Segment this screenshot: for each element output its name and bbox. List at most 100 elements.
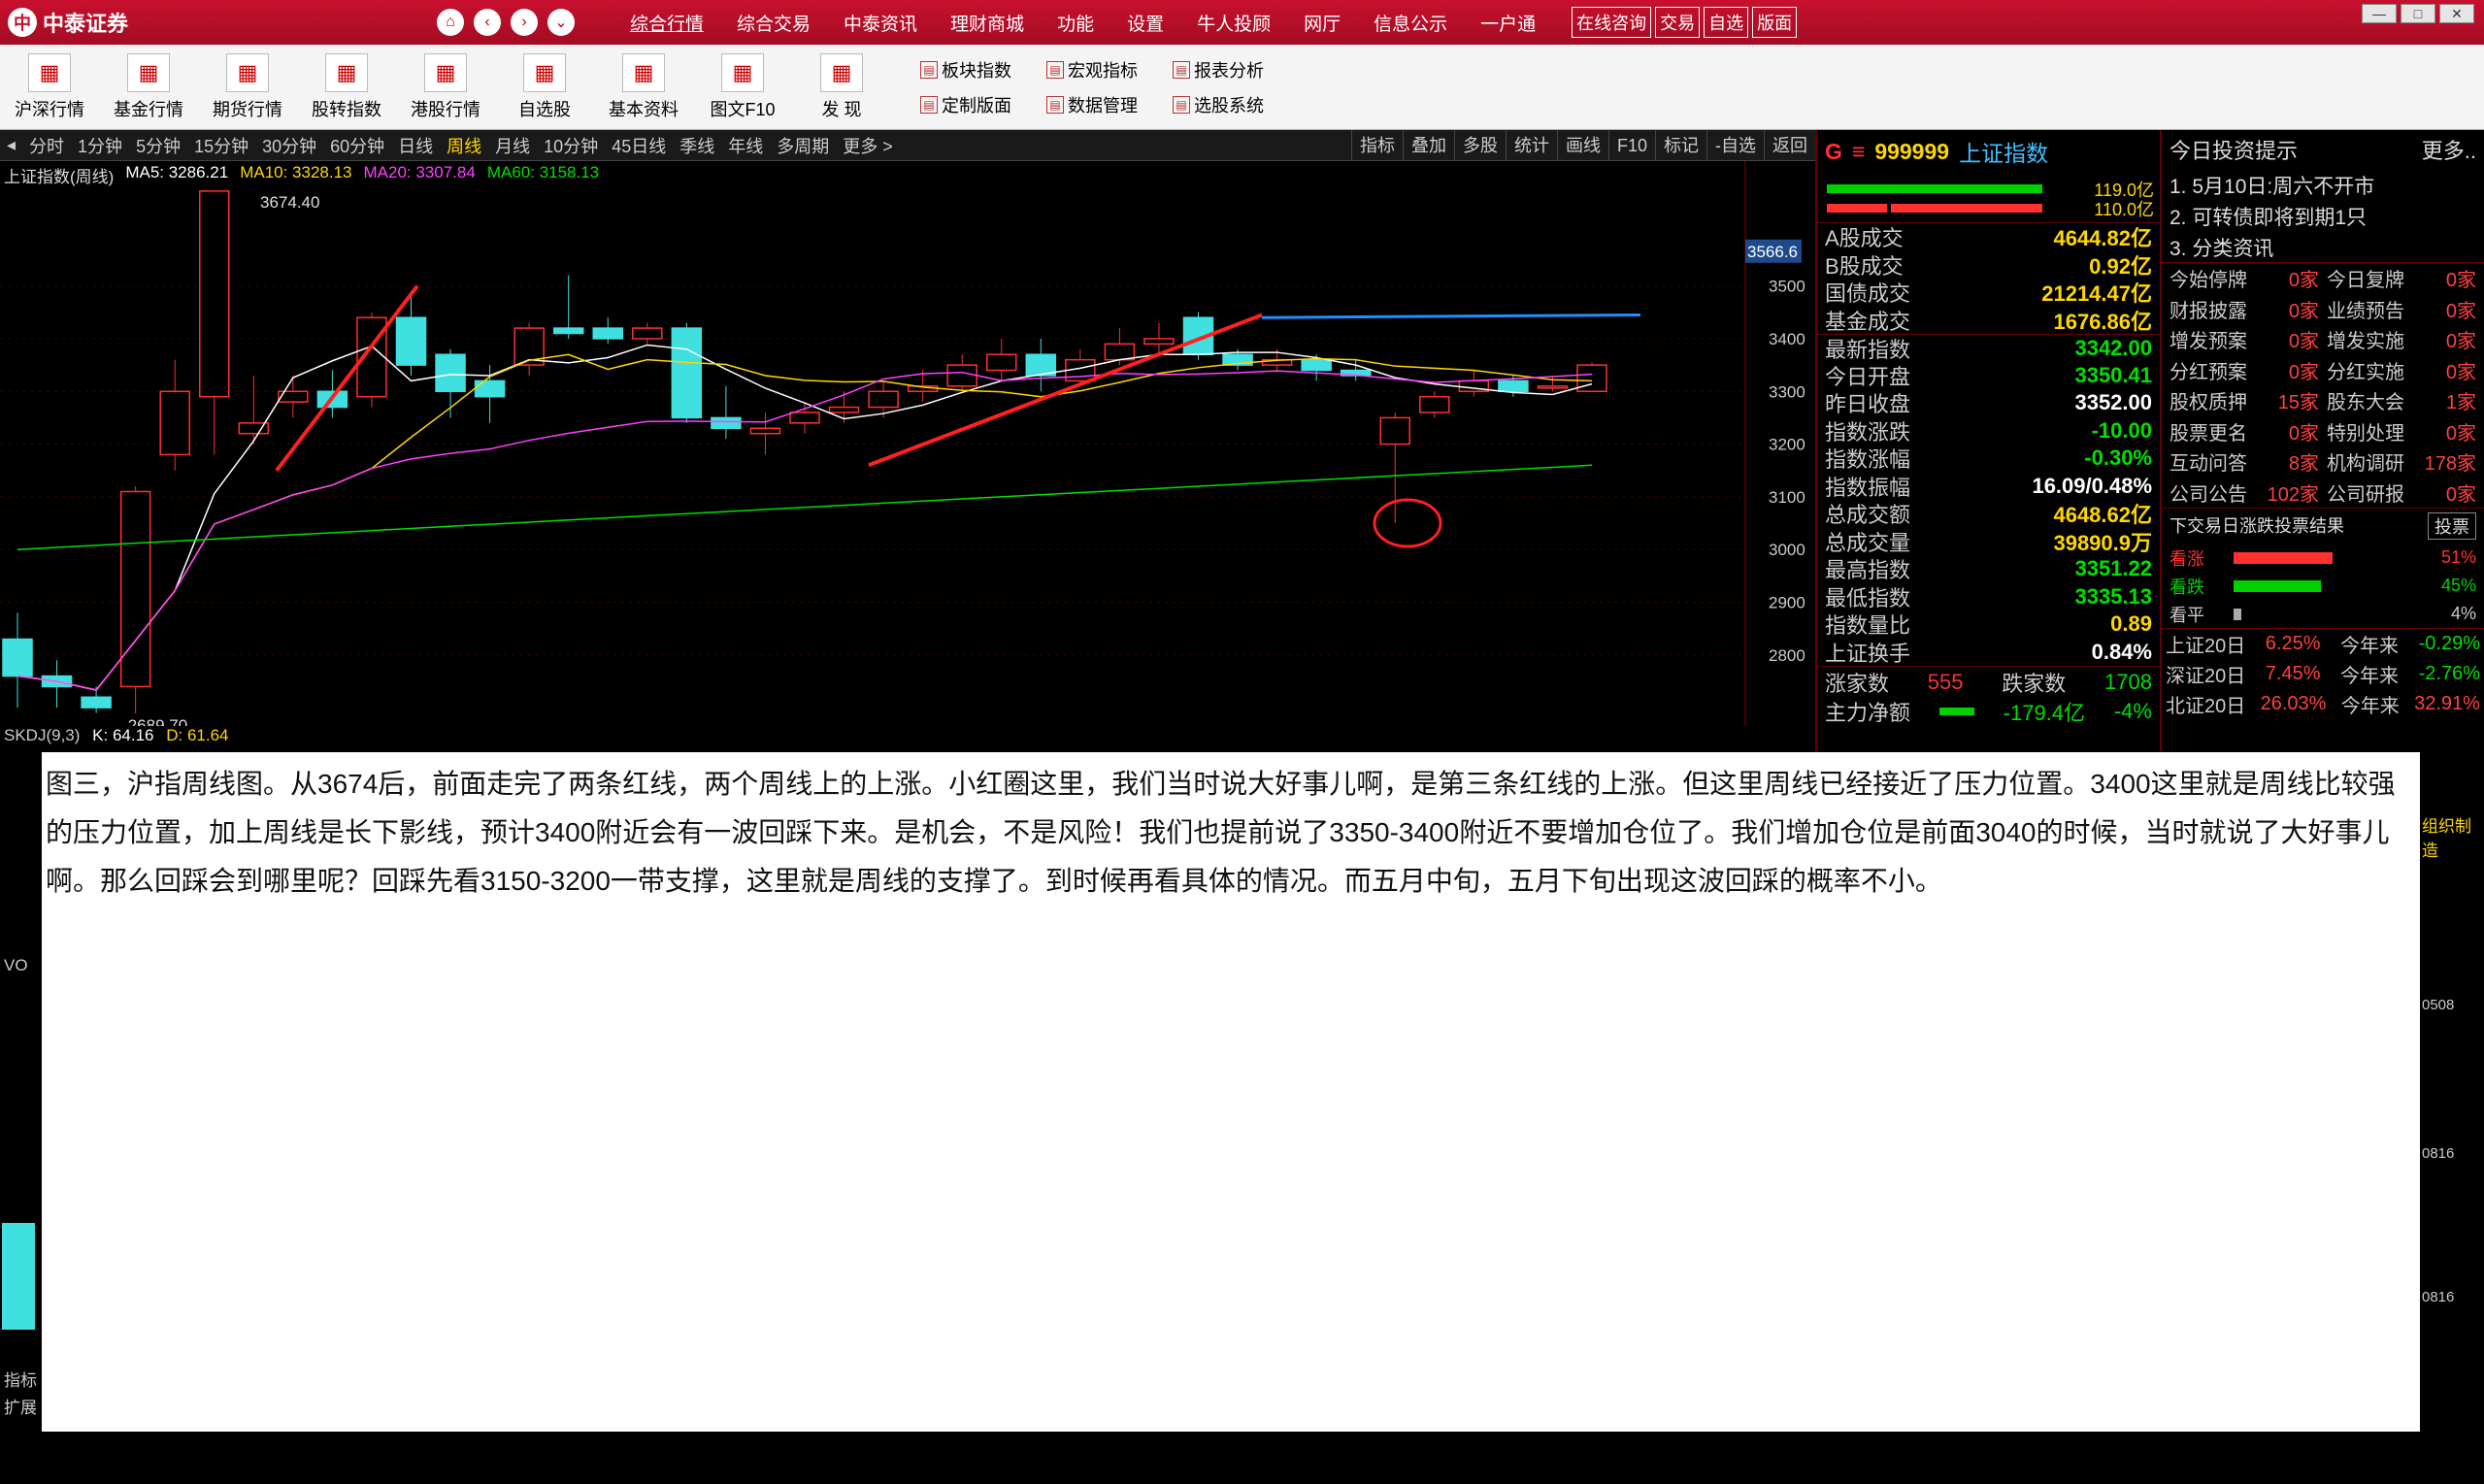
chart-tool-button[interactable]: 标记 xyxy=(1655,130,1706,161)
info-grid-item[interactable]: 机构调研 178家 xyxy=(2323,446,2480,478)
minimize-icon[interactable]: — xyxy=(2362,4,2397,23)
topmenu-item[interactable]: 网厅 xyxy=(1287,10,1357,36)
info-grid-label: 增发实施 xyxy=(2327,331,2404,353)
chart-tool-button[interactable]: 多股 xyxy=(1453,130,1506,161)
info-grid-item[interactable]: 公司研报 0家 xyxy=(2323,478,2480,509)
topmenu-item[interactable]: 中泰资讯 xyxy=(827,10,934,36)
topmenu-item[interactable]: 综合行情 xyxy=(613,10,720,36)
topmenu-item[interactable]: 设置 xyxy=(1110,10,1180,36)
small-tool-button[interactable]: ▤ 宏观指标 xyxy=(1046,52,1173,87)
toolbar-button[interactable]: ▦ 自选股 xyxy=(495,45,594,130)
close-icon[interactable]: ✕ xyxy=(2439,4,2474,23)
topmenu-item[interactable]: 理财商城 xyxy=(934,10,1041,36)
period-tab[interactable]: 周线 xyxy=(440,133,488,158)
trend-line-1 xyxy=(275,284,419,472)
period-tab[interactable]: 5分钟 xyxy=(129,133,187,158)
top-button[interactable]: 自选 xyxy=(1704,7,1749,38)
quote-row-label: 总成交量 xyxy=(1825,530,1911,555)
topmenu-item[interactable]: 牛人投顾 xyxy=(1180,10,1287,36)
info-note[interactable]: 2. 可转债即将到期1只 xyxy=(2162,200,2484,231)
toolbar-button[interactable]: ▦ 港股行情 xyxy=(396,45,495,130)
top-button[interactable]: 在线咨询 xyxy=(1572,7,1652,38)
period-tab[interactable]: 更多 > xyxy=(836,133,900,158)
chart-tool-button[interactable]: 指标 xyxy=(1350,130,1403,161)
small-tool-button[interactable]: ▤ 定制版面 xyxy=(920,87,1046,122)
topmenu-item[interactable]: 功能 xyxy=(1041,10,1110,36)
small-tool-button[interactable]: ▤ 数据管理 xyxy=(1046,87,1173,122)
chart-tool-button[interactable]: -自选 xyxy=(1706,130,1764,161)
main-toolbar: ▦ 沪深行情 ▦ 基金行情 ▦ 期货行情 ▦ 股转指数 ▦ 港股行情 ▦ 自选股 ▦ 基本资料 ▦ 图文F10… xyxy=(0,45,2484,130)
toolbar-button[interactable]: ▦ 沪深行情 xyxy=(0,45,99,130)
period-tab[interactable]: 45日线 xyxy=(605,133,673,158)
quote-name: 上证指数 xyxy=(1959,141,2049,166)
info-grid-item[interactable]: 特别处理 0家 xyxy=(2323,416,2480,447)
candle-body xyxy=(592,327,623,340)
quote-row-value: -10.00 xyxy=(2091,417,2152,443)
info-grid-item[interactable]: 股票更名 0家 xyxy=(2166,416,2323,447)
vote-button[interactable]: 投票 xyxy=(2428,512,2476,540)
home-icon[interactable]: ⌂ xyxy=(437,9,464,36)
info-grid-item[interactable]: 增发实施 0家 xyxy=(2323,324,2480,355)
back-icon[interactable]: ‹ xyxy=(474,9,501,36)
period-tab[interactable]: 60分钟 xyxy=(323,133,391,158)
period-tab[interactable]: 月线 xyxy=(488,133,537,158)
info-more-link[interactable]: 更多.. xyxy=(2422,134,2476,165)
period-tab[interactable]: 日线 xyxy=(391,133,440,158)
info-grid-item[interactable]: 今始停牌 0家 xyxy=(2166,263,2323,294)
forward-icon[interactable]: › xyxy=(511,9,538,36)
topmenu-item[interactable]: 一户通 xyxy=(1464,10,1552,36)
info-grid-item[interactable]: 财报披露 0家 xyxy=(2166,294,2323,325)
dropdown-icon[interactable]: ⌄ xyxy=(547,9,575,36)
maximize-icon[interactable]: □ xyxy=(2401,4,2435,23)
info-grid-item[interactable]: 公司公告 102家 xyxy=(2166,478,2323,509)
small-tool-button[interactable]: ▤ 报表分析 xyxy=(1173,52,1299,87)
period-tab[interactable]: 10分钟 xyxy=(537,133,605,158)
toolbar-button[interactable]: ▦ 发 现 xyxy=(792,45,891,130)
menu-icon[interactable]: ≡ xyxy=(1852,139,1865,165)
flow-value: -179.4亿 xyxy=(2003,701,2086,725)
info-grid-item[interactable]: 互动问答 8家 xyxy=(2166,446,2323,478)
topmenu-item[interactable]: 信息公示 xyxy=(1357,10,1464,36)
info-grid-item[interactable]: 业绩预告 0家 xyxy=(2323,294,2480,325)
info-grid-item[interactable]: 增发预案 0家 xyxy=(2166,324,2323,355)
chart-tool-button[interactable]: 统计 xyxy=(1505,130,1557,161)
quote-row: 指数振幅 16.09/0.48% xyxy=(1817,473,2160,501)
period-tab[interactable]: 30分钟 xyxy=(255,133,323,158)
small-tool-label: 宏观指标 xyxy=(1068,60,1138,81)
info-grid-item[interactable]: 股东大会 1家 xyxy=(2323,385,2480,416)
info-grid-item[interactable]: 分红预案 0家 xyxy=(2166,355,2323,386)
info-grid-item[interactable]: 股权质押 15家 xyxy=(2166,385,2323,416)
quote-row-label: 今日开盘 xyxy=(1825,364,1911,389)
chart-tool-button[interactable]: 画线 xyxy=(1556,130,1608,161)
kline-chart[interactable]: 上证指数(周线) MA5: 3286.21 MA10: 3328.13 MA20… xyxy=(0,161,1815,735)
period-tab[interactable]: 1分钟 xyxy=(71,133,129,158)
period-tab[interactable]: 分时 xyxy=(22,133,71,158)
info-grid-item[interactable]: 分红实施 0家 xyxy=(2323,355,2480,386)
chart-tool-button[interactable]: 返回 xyxy=(1764,130,1815,161)
info-note[interactable]: 3. 分类资讯 xyxy=(2162,231,2484,262)
collapse-icon[interactable]: ◂ xyxy=(0,135,22,155)
topmenu-item[interactable]: 综合交易 xyxy=(720,10,827,36)
toolbar-button[interactable]: ▦ 期货行情 xyxy=(198,45,297,130)
info-grid-label: 机构调研 xyxy=(2327,453,2404,476)
small-tool-button[interactable]: ▤ 选股系统 xyxy=(1173,87,1299,122)
small-tool-button[interactable]: ▤ 板块指数 xyxy=(920,52,1046,87)
toolbar-button[interactable]: ▦ 基本资料 xyxy=(594,45,693,130)
chart-tool-button[interactable]: 叠加 xyxy=(1402,130,1454,161)
toolbar-button[interactable]: ▦ 基金行情 xyxy=(99,45,198,130)
top-button[interactable]: 交易 xyxy=(1655,7,1701,38)
tab-indicator[interactable]: 指标 xyxy=(4,1367,37,1391)
period-tab[interactable]: 年线 xyxy=(721,133,770,158)
chart-tool-button[interactable]: F10 xyxy=(1607,130,1655,161)
period-tab[interactable]: 15分钟 xyxy=(187,133,255,158)
period-tab[interactable]: 多周期 xyxy=(770,133,836,158)
top-button[interactable]: 版面 xyxy=(1752,7,1798,38)
toolbar-button[interactable]: ▦ 图文F10 xyxy=(693,45,792,130)
info-grid-value: 0家 xyxy=(2445,483,2476,506)
period-tab[interactable]: 季线 xyxy=(673,133,721,158)
info-grid-item[interactable]: 今日复牌 0家 xyxy=(2323,263,2480,294)
tab-extend[interactable]: 扩展 xyxy=(4,1394,37,1418)
toolbar-button[interactable]: ▦ 股转指数 xyxy=(297,45,396,130)
resistance-line xyxy=(1261,313,1641,319)
info-note[interactable]: 1. 5月10日:周六不开市 xyxy=(2162,169,2484,200)
